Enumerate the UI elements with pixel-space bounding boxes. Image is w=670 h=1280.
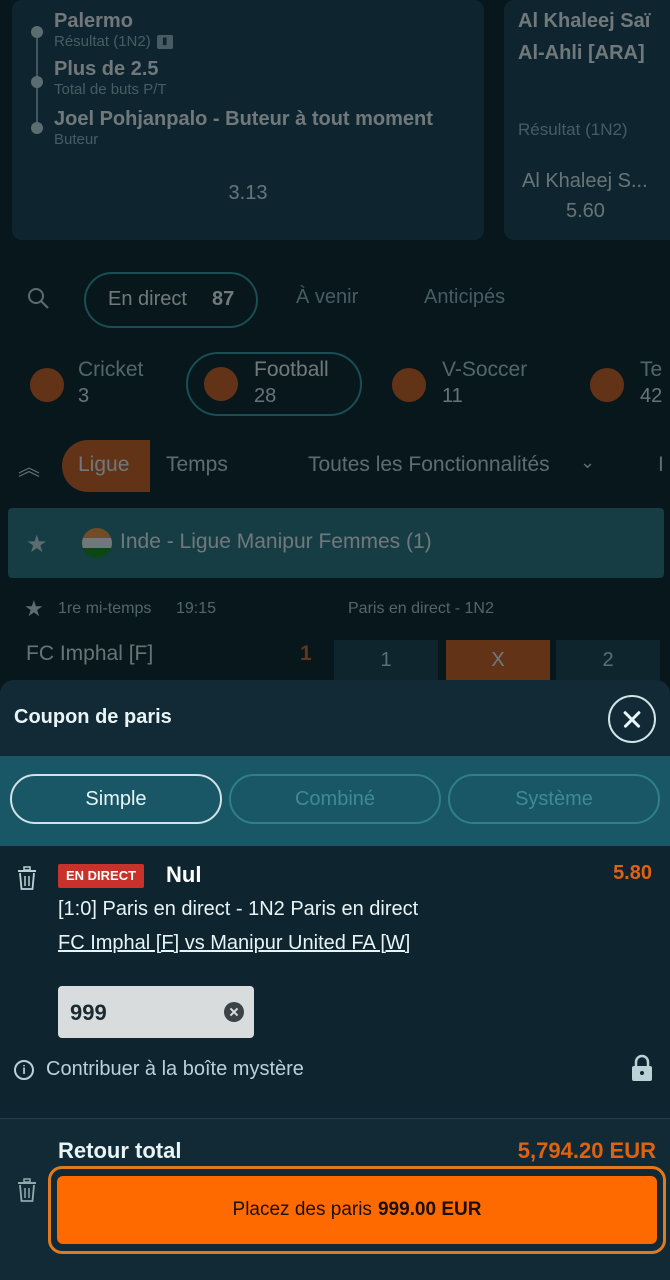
place-bet-button[interactable]: Placez des paris 999.00 EUR: [57, 1176, 657, 1244]
place-bet-focus-ring: Placez des paris 999.00 EUR: [48, 1166, 666, 1254]
place-bet-label: Placez des paris: [232, 1199, 372, 1220]
betslip-title: Coupon de paris: [14, 706, 172, 728]
info-badge-icon: ▮: [156, 35, 173, 50]
tab-extra[interactable]: I: [658, 453, 664, 477]
total-return-label: Retour total: [58, 1138, 182, 1163]
tab-simple[interactable]: Simple: [10, 774, 222, 824]
search-icon[interactable]: [26, 286, 50, 310]
market-description: [1:0] Paris en direct - 1N2 Paris en dir…: [58, 898, 419, 920]
selection-name: Nul: [166, 862, 202, 887]
trash-icon[interactable]: [16, 1178, 38, 1202]
sport-v-soccer[interactable]: V-Soccer 11: [392, 352, 552, 416]
chevron-down-icon: ⌄: [580, 452, 596, 472]
sport-cricket[interactable]: Cricket 3: [30, 352, 160, 416]
sport-count: 3: [78, 385, 90, 407]
filter-live-count: 87: [212, 288, 235, 310]
stake-input[interactable]: 999: [58, 986, 254, 1038]
sport-count: 28: [254, 385, 277, 407]
team-score: 1: [300, 642, 312, 665]
filter-row: En direct 87 À venir Anticipés: [0, 272, 670, 328]
match-row[interactable]: ★ 1re mi-temps 19:15 Paris en direct - 1…: [0, 596, 670, 680]
bet-selection: EN DIRECT Nul 5.80 [1:0] Paris en direct…: [0, 846, 670, 1118]
leg-title: Palermo: [54, 10, 133, 32]
total-return-value: 5,794.20 EUR: [517, 1138, 656, 1163]
sport-name: Cricket: [78, 358, 144, 381]
betslip-sheet: Coupon de paris Simple Combiné Système E…: [0, 680, 670, 1280]
india-flag-icon: [82, 528, 112, 558]
tab-time[interactable]: Temps: [166, 453, 228, 477]
team-name: FC Imphal [F]: [26, 642, 154, 665]
odds-button-1[interactable]: 1: [334, 640, 438, 680]
leg-subtitle: Total de buts P/T: [54, 81, 167, 98]
sport-name: Te: [640, 358, 663, 381]
grouping-tabs: ︽ Ligue Temps Toutes les Fonctionnalités…: [0, 440, 670, 492]
favorite-star-icon[interactable]: ★: [24, 596, 44, 622]
sport-football[interactable]: Football 28: [186, 352, 362, 416]
team-name: Al Khaleej Saï: [518, 10, 651, 32]
place-bet-amount: 999.00 EUR: [377, 1199, 482, 1220]
market-label: Résultat (1N2): [518, 120, 628, 139]
leg-subtitle: Buteur: [54, 131, 99, 148]
filter-live[interactable]: En direct 87: [84, 272, 258, 328]
tab-combined[interactable]: Combiné: [229, 774, 441, 824]
market-header: Paris en direct - 1N2: [348, 600, 494, 617]
match-clock: 19:15: [176, 600, 217, 617]
selection-odds: 5.80: [613, 862, 652, 884]
trash-icon[interactable]: [16, 866, 38, 890]
bet-builder-card[interactable]: Palermo Résultat (1N2) ▮ Plus de 2.5 Tota…: [12, 0, 484, 240]
live-badge: EN DIRECT: [58, 864, 145, 888]
sport-tennis[interactable]: Te 42: [590, 352, 670, 416]
sport-name: Football: [254, 358, 329, 381]
info-icon[interactable]: i: [14, 1060, 34, 1080]
tab-system[interactable]: Système: [448, 774, 660, 824]
filter-upcoming[interactable]: À venir: [296, 286, 358, 309]
tennis-icon: [590, 368, 624, 402]
team-name: Al-Ahli [ARA]: [518, 42, 645, 64]
betslip-header: Coupon de paris: [0, 680, 670, 756]
filter-anticipated[interactable]: Anticipés: [424, 286, 505, 309]
cricket-icon: [30, 368, 64, 402]
tab-league[interactable]: Ligue: [62, 440, 150, 492]
mystery-box-label[interactable]: Contribuer à la boîte mystère: [46, 1058, 304, 1081]
timeline-dot: [31, 76, 43, 88]
stake-value: 999: [70, 1000, 107, 1025]
sport-name: V-Soccer: [442, 358, 528, 381]
clear-stake-icon[interactable]: [224, 1002, 244, 1022]
tab-league-label: Ligue: [78, 453, 130, 476]
lock-icon: [632, 1054, 652, 1081]
collapse-chevrons-icon[interactable]: ︽: [18, 450, 40, 482]
sport-count: 42: [640, 385, 663, 407]
favorite-star-icon[interactable]: ★: [26, 530, 48, 559]
selection-name: Al Khaleej S...: [522, 170, 648, 192]
v-soccer-icon: [392, 368, 426, 402]
sports-row: Cricket 3 Football 28 V-Soccer 11 Te 42: [0, 352, 670, 416]
leg-title: Plus de 2.5: [54, 58, 159, 80]
divider: [0, 1118, 670, 1119]
bet-mode-tabs: Simple Combiné Système: [0, 756, 670, 846]
filter-live-label: En direct: [108, 288, 187, 310]
football-icon: [204, 367, 238, 401]
match-card[interactable]: Al Khaleej Saï Al-Ahli [ARA] Résultat (1…: [504, 0, 670, 240]
odds-button-x[interactable]: X: [446, 640, 550, 680]
timeline-dot: [31, 26, 43, 38]
event-link[interactable]: FC Imphal [F] vs Manipur United FA [W]: [58, 932, 410, 955]
selection-odds[interactable]: 5.60: [566, 200, 605, 223]
league-name: Inde - Ligue Manipur Femmes (1): [120, 530, 432, 553]
leg-title: Joel Pohjanpalo - Buteur à tout moment: [54, 108, 433, 130]
match-period: 1re mi-temps: [58, 600, 152, 617]
combo-odds[interactable]: 3.13: [12, 182, 484, 205]
timeline-dot: [31, 122, 43, 134]
odds-button-2[interactable]: 2: [556, 640, 660, 680]
sport-count: 11: [442, 385, 463, 407]
close-button[interactable]: [608, 695, 656, 743]
features-dropdown[interactable]: Toutes les Fonctionnalités: [308, 453, 550, 477]
league-header[interactable]: ★ Inde - Ligue Manipur Femmes (1): [8, 508, 664, 578]
leg-subtitle: Résultat (1N2): [54, 33, 151, 50]
